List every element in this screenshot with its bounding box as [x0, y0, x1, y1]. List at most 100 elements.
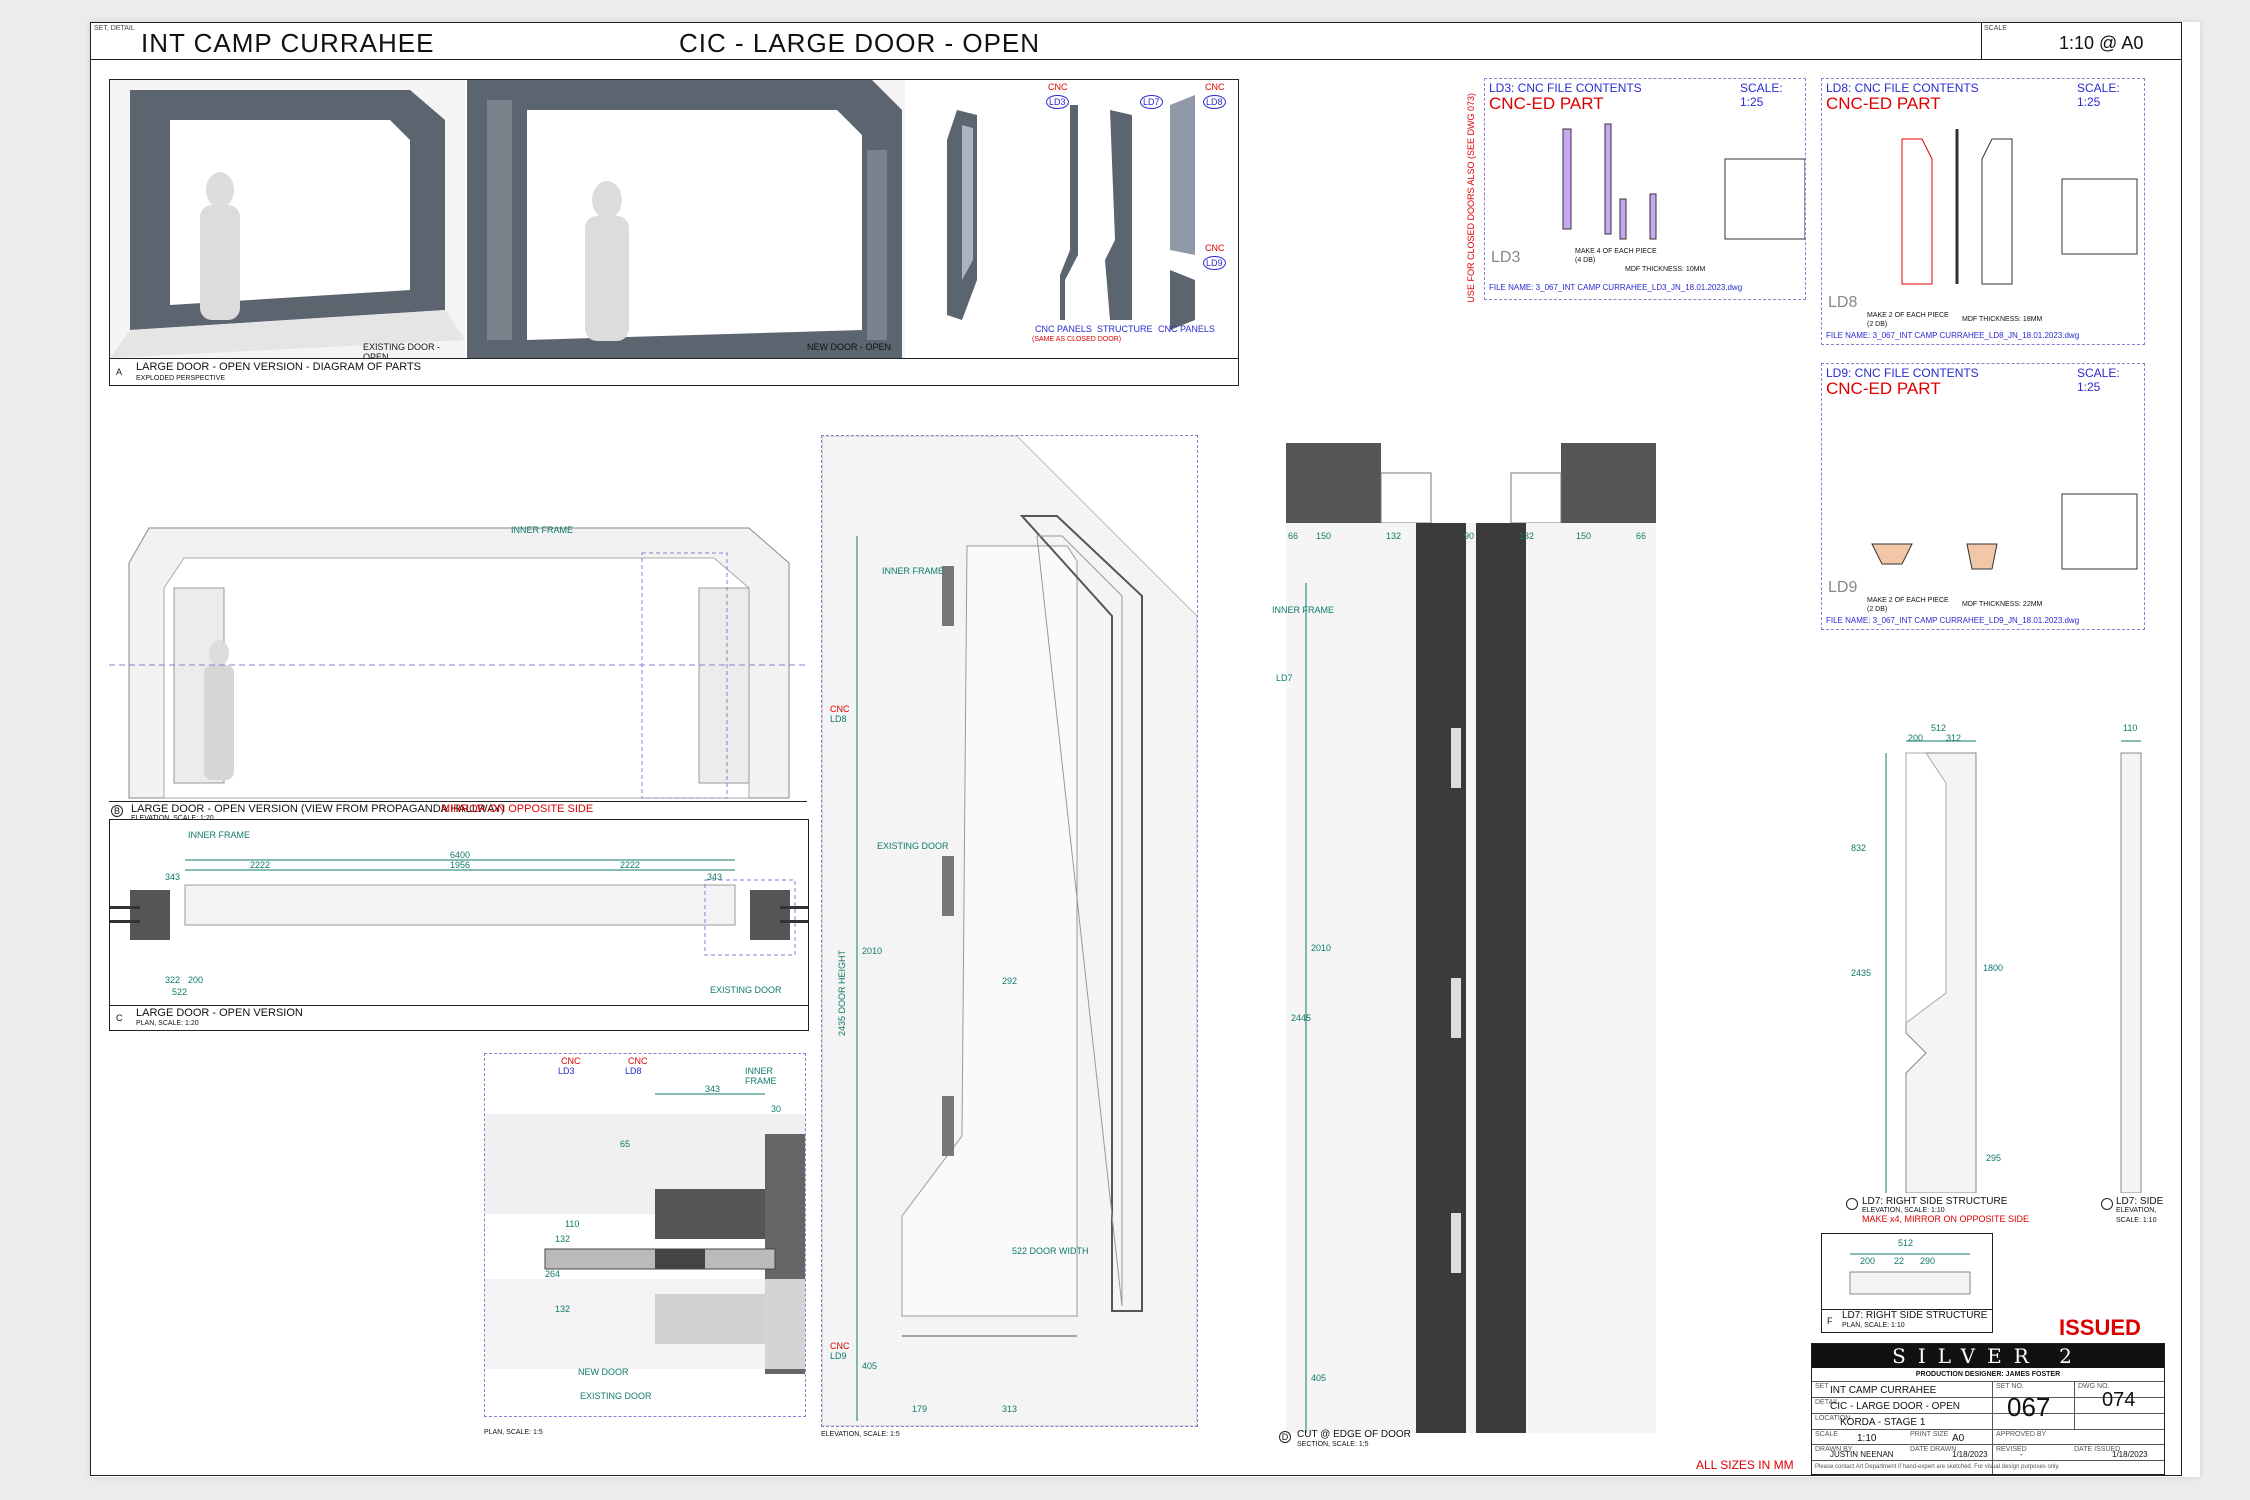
- tb-location-value: KORDA - STAGE 1: [1840, 1417, 1926, 1428]
- header-bar: SET, DETAIL INT CAMP CURRAHEE CIC - LARG…: [91, 23, 2181, 60]
- cnc-label-ld3: CNC: [1048, 82, 1068, 92]
- cut-dim-132b: 132: [1519, 531, 1535, 541]
- cnc-ld8-panel: LD8: CNC FILE CONTENTS SCALE: 1:25 CNC-E…: [1821, 78, 2145, 345]
- plan-dim-65: 65: [620, 1139, 631, 1149]
- cut-dim-2010: 2010: [1311, 943, 1332, 953]
- title-block: SILVER 2 PRODUCTION DESIGNER: JAMES FOST…: [1811, 1343, 2165, 1475]
- tb-datedrawn-label: DATE DRAWN: [1910, 1446, 1957, 1453]
- tag-ld8: LD8: [1203, 95, 1226, 109]
- panel-shape-1: [947, 110, 977, 320]
- detail-title: CIC - LARGE DOOR - OPEN: [679, 28, 1041, 58]
- cut-subtitle: SECTION, SCALE: 1:5: [1297, 1441, 1369, 1448]
- cnc-label-ld9: CNC: [1205, 243, 1225, 253]
- tb-divider-2: [2074, 1381, 2075, 1429]
- header-divider: [1981, 23, 1982, 59]
- plan-dim-343: 343: [705, 1084, 721, 1094]
- ld7-dim-512: 512: [1931, 723, 1947, 733]
- cut-section-drawing: [1286, 443, 1656, 1433]
- ld8-parts: [1901, 129, 2138, 285]
- tag-ld7: LD7: [1140, 95, 1163, 109]
- ld7-dim-1800: 1800: [1983, 963, 2004, 973]
- view-c-dim-1956: 1956: [450, 860, 471, 870]
- ld7-right-panel: 512 200 312 832 2435 1800 295: [1846, 723, 2066, 1194]
- ld8-filename: FILE NAME: 3_067_INT CAMP CURRAHEE_LD8_J…: [1826, 331, 2080, 340]
- panel-explode-2: CNC LD3 LD7 CNC LD8 CNC LD9 CNC PANELS (…: [1020, 80, 1235, 358]
- view-c-panel: INNER FRAME 6400 2222 1956 2222 343 343 …: [109, 819, 809, 1031]
- ld7-dim-312: 312: [1946, 733, 1962, 743]
- view-a-letter: A: [116, 367, 123, 377]
- cut-dim-150b: 150: [1576, 531, 1592, 541]
- ld7-side-dim-110: 110: [2123, 723, 2138, 733]
- ld8-tag: LD8: [1828, 294, 1858, 311]
- set-title: INT CAMP CURRAHEE: [141, 28, 435, 58]
- view-b-mirror-note: MIRROR ON OPPOSITE SIDE: [441, 803, 594, 815]
- cut-dim-66a: 66: [1288, 531, 1299, 541]
- drawing-sheet: SET, DETAIL INT CAMP CURRAHEE CIC - LARG…: [90, 22, 2200, 1477]
- new-door-render: NEW DOOR - OPEN: [467, 80, 905, 358]
- ld7-plan-22: 22: [1894, 1256, 1905, 1266]
- ld7-side-symbol: [2101, 1198, 2113, 1210]
- tb-revised-value: -: [2020, 1450, 2023, 1459]
- cnc-ld9-panel: LD9: CNC FILE CONTENTS SCALE: 1:25 CNC-E…: [1821, 363, 2145, 630]
- plan-dim-264: 264: [545, 1269, 561, 1279]
- panel-explode-1: [907, 80, 1017, 358]
- ld7-plan-caption: F LD7: RIGHT SIDE STRUCTURE PLAN, SCALE:…: [1822, 1309, 1992, 1333]
- tb-set-value: INT CAMP CURRAHEE: [1830, 1385, 1937, 1396]
- tb-dwgno: 074: [2102, 1389, 2136, 1411]
- cut-title: CUT @ EDGE OF DOOR: [1297, 1429, 1411, 1440]
- view-c-dim-322: 322: [165, 975, 181, 985]
- view-c-title: LARGE DOOR - OPEN VERSION: [136, 1007, 303, 1019]
- silver2-logo: SILVER 2: [1812, 1344, 2164, 1368]
- plan-dim-132a: 132: [555, 1234, 571, 1244]
- view-b-panel: INNER FRAME: [109, 513, 807, 813]
- scale-value: 1:10 @ A0: [2059, 33, 2144, 53]
- tb-print-value: A0: [1952, 1433, 1965, 1444]
- ld9-qty: (2 DB): [1867, 606, 1888, 613]
- elev-dim-2010: 2010: [862, 946, 883, 956]
- cut-dim-405: 405: [1311, 1373, 1327, 1383]
- ld9-parts: [1871, 493, 2138, 570]
- ld9-filename: FILE NAME: 3_067_INT CAMP CURRAHEE_LD9_J…: [1826, 616, 2080, 625]
- tb-detail-value: CIC - LARGE DOOR - OPEN: [1830, 1401, 1961, 1412]
- cnc-panels-caption: CNC PANELS: [1035, 324, 1092, 334]
- view-b-drawing: [109, 527, 807, 799]
- tb-setno-label: SET NO.: [1996, 1383, 2024, 1390]
- plan-new-door: NEW DOOR: [578, 1367, 629, 1377]
- ld8-mdf: MDF THICKNESS: 18MM: [1962, 316, 2043, 323]
- ld7-dim-2435: 2435: [1851, 968, 1872, 978]
- cut-section-panel: INNER FRAME LD7 2010 2445 405 66 150 132…: [1272, 443, 1696, 1433]
- plan-tag-ld3: LD3: [558, 1066, 575, 1076]
- elev-tag-ld9: LD9: [830, 1351, 847, 1361]
- view-c-dim-2222a: 2222: [250, 860, 271, 870]
- ld7-plan-title: LD7: RIGHT SIDE STRUCTURE: [1842, 1310, 1988, 1321]
- ld7-plan-sub: PLAN, SCALE: 1:10: [1842, 1322, 1905, 1329]
- ld7-plan-290: 290: [1920, 1256, 1936, 1266]
- elev-cnc-ld8: CNC: [830, 704, 850, 714]
- plan-detail-subtitle: PLAN, SCALE: 1:5: [484, 1429, 543, 1436]
- issued-stamp: ISSUED: [2059, 1315, 2141, 1340]
- view-c-drawing: [110, 859, 808, 956]
- elevation-detail-panel: INNER FRAME CNC LD8 EXISTING DOOR 2435 D…: [821, 435, 1198, 1427]
- new-door-caption: NEW DOOR - OPEN: [807, 342, 892, 352]
- tb-approved-label: APPROVED BY: [1996, 1431, 2047, 1438]
- ld7-right-make: MAKE x4, MIRROR ON OPPOSITE SIDE: [1862, 1214, 2030, 1224]
- same-as-closed-caption: (SAME AS CLOSED DOOR): [1032, 336, 1122, 343]
- tb-set-label: SET: [1815, 1383, 1829, 1390]
- plan-dim-110: 110: [565, 1219, 580, 1229]
- elev-door-height: 2435 DOOR HEIGHT: [837, 949, 847, 1036]
- view-c-dim-2222b: 2222: [620, 860, 641, 870]
- plan-cnc-ld8: CNC: [628, 1056, 648, 1066]
- elev-dim-292: 292: [1002, 976, 1018, 986]
- tb-designer: PRODUCTION DESIGNER: JAMES FOSTER: [1915, 1371, 2061, 1378]
- ld8-qty: (2 DB): [1867, 321, 1888, 328]
- panel-shape-2: [1060, 95, 1195, 330]
- cnc-panels-caption-2: CNC PANELS: [1158, 324, 1215, 334]
- ld3-side-note: USE FOR CLOSED DOORS ALSO (SEE DWG 073): [1466, 93, 1476, 303]
- view-c-dim-200: 200: [188, 975, 204, 985]
- tb-drawn-row: DRAWN BY JUSTIN NEENAN DATE DRAWN 1/18/2…: [1812, 1444, 2164, 1461]
- ld3-mdf: MDF THICKNESS: 10MM: [1625, 266, 1706, 273]
- elev-cnc-ld9: CNC: [830, 1341, 850, 1351]
- elev-tag-ld8: LD8: [830, 714, 847, 724]
- view-a-subtitle: EXPLODED PERSPECTIVE: [136, 375, 226, 382]
- ld7-plan-512: 512: [1898, 1238, 1914, 1248]
